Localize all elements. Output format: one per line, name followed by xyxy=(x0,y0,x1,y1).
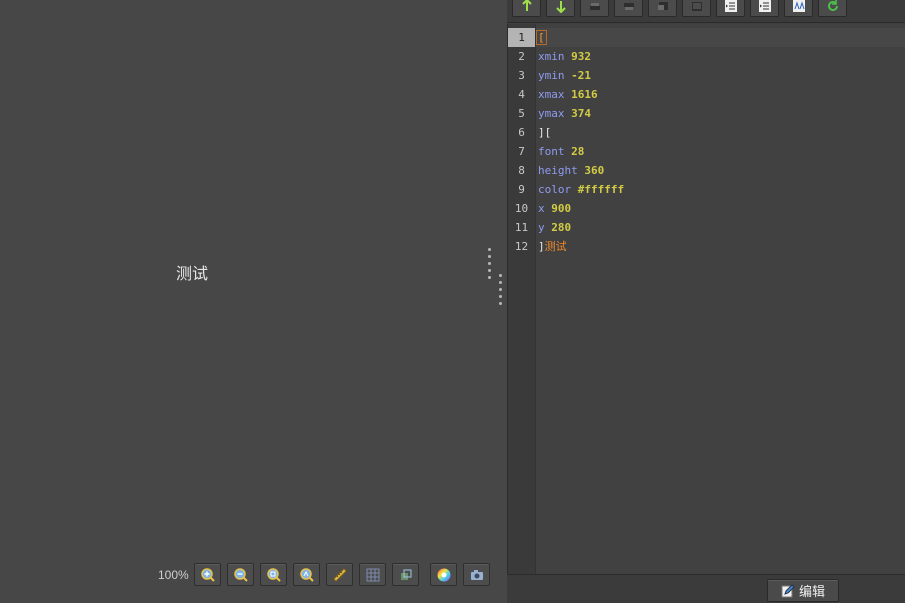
line-number: 3 xyxy=(518,69,525,82)
code-line[interactable]: x 900 xyxy=(538,199,571,218)
line-number: 4 xyxy=(518,88,525,101)
code-key: font xyxy=(538,145,565,158)
grid-button[interactable] xyxy=(359,563,386,586)
code-bracket: ] xyxy=(538,240,545,253)
code-value: #ffffff xyxy=(577,183,625,196)
zoom-fit-button[interactable] xyxy=(260,563,287,586)
code-line[interactable]: height 360 xyxy=(538,161,604,180)
line-number: 11 xyxy=(514,221,529,234)
code-line[interactable]: y 280 xyxy=(538,218,571,237)
move-down-icon xyxy=(555,1,566,13)
line-number: 8 xyxy=(518,164,525,177)
layer-3-icon xyxy=(657,2,668,10)
preview-pane: 测试 xyxy=(0,0,507,603)
refresh-icon xyxy=(827,0,838,11)
code-line[interactable]: ymax 374 xyxy=(538,104,591,123)
code-editor[interactable]: 1 2 3 4 5 6 7 8 9 10 11 12 [ xmin 932 ym… xyxy=(507,24,905,574)
code-key: y xyxy=(538,221,545,234)
layer-top-button[interactable] xyxy=(682,0,711,17)
text-style-icon xyxy=(792,0,805,12)
current-line-highlight xyxy=(536,28,905,47)
outdent-button[interactable] xyxy=(716,0,745,17)
crop-button[interactable] xyxy=(392,563,419,586)
code-text: 测试 xyxy=(544,240,567,253)
zoom-in-button[interactable] xyxy=(194,563,221,586)
code-line[interactable]: xmin 932 xyxy=(538,47,591,66)
line-number: 1 xyxy=(508,28,535,47)
code-key: ymin xyxy=(538,69,565,82)
zoom-actual-button[interactable] xyxy=(293,563,320,586)
code-line[interactable]: [ xyxy=(536,28,547,47)
line-number: 12 xyxy=(514,240,529,253)
indent-button[interactable] xyxy=(750,0,779,17)
color-picker-button[interactable] xyxy=(430,563,457,586)
splitter-grip-icon[interactable] xyxy=(499,274,502,309)
move-up-icon xyxy=(521,0,532,11)
layer-bottom-button[interactable] xyxy=(580,0,609,17)
indent-icon xyxy=(758,0,771,12)
edit-icon xyxy=(781,583,795,597)
code-value: 1616 xyxy=(571,88,598,101)
edit-button[interactable]: 编辑 xyxy=(767,579,839,602)
crop-icon xyxy=(400,569,411,580)
screenshot-button[interactable] xyxy=(463,563,490,586)
status-bar: 编辑 xyxy=(507,574,905,603)
code-key: color xyxy=(538,183,572,196)
line-number: 7 xyxy=(518,145,525,158)
outdent-icon xyxy=(724,0,737,12)
code-bracket: ][ xyxy=(538,126,552,139)
code-line[interactable]: font 28 xyxy=(538,142,584,161)
code-value: 900 xyxy=(551,202,572,215)
code-line[interactable]: ymin -21 xyxy=(538,66,591,85)
color-wheel-icon xyxy=(437,568,450,581)
line-number: 2 xyxy=(518,50,525,63)
refresh-button[interactable] xyxy=(818,0,847,17)
zoom-fit-icon xyxy=(266,567,281,582)
move-up-button[interactable] xyxy=(512,0,541,17)
code-key: ymax xyxy=(538,107,565,120)
line-number: 10 xyxy=(514,202,529,215)
ruler-icon xyxy=(332,567,347,582)
line-number-gutter: 1 2 3 4 5 6 7 8 9 10 11 12 xyxy=(508,24,536,574)
layer-1-icon xyxy=(589,3,600,10)
code-line[interactable]: xmax 1616 xyxy=(538,85,598,104)
layer-4-icon xyxy=(691,2,702,11)
code-value: 28 xyxy=(571,145,585,158)
code-value: 932 xyxy=(571,50,591,63)
code-value: 360 xyxy=(584,164,605,177)
splitter-handle-icon[interactable] xyxy=(488,248,491,283)
code-key: xmax xyxy=(538,88,565,101)
code-value: 280 xyxy=(551,221,572,234)
zoom-actual-icon xyxy=(299,567,314,582)
line-number: 9 xyxy=(518,183,525,196)
code-key: x xyxy=(538,202,545,215)
code-key: xmin xyxy=(538,50,565,63)
code-key: height xyxy=(538,164,578,177)
zoom-out-icon xyxy=(233,567,248,582)
editor-toolbar xyxy=(507,0,905,23)
code-line[interactable]: ]测试 xyxy=(538,237,567,256)
edit-button-label: 编辑 xyxy=(798,585,825,600)
line-number: 5 xyxy=(518,107,525,120)
text-style-button[interactable] xyxy=(784,0,813,17)
ruler-button[interactable] xyxy=(326,563,353,586)
code-value: -21 xyxy=(571,69,591,82)
layer-down-button[interactable] xyxy=(614,0,643,17)
zoom-level: 100% xyxy=(158,568,189,582)
code-bracket: [ xyxy=(536,30,547,45)
camera-icon xyxy=(470,569,483,580)
line-number: 6 xyxy=(518,126,525,139)
grid-icon xyxy=(366,568,379,581)
code-value: 374 xyxy=(571,107,591,120)
preview-text[interactable]: 测试 xyxy=(176,260,208,284)
layer-up-button[interactable] xyxy=(648,0,677,17)
code-line[interactable]: color #ffffff xyxy=(538,180,624,199)
layer-2-icon xyxy=(623,3,634,10)
zoom-in-icon xyxy=(200,567,215,582)
zoom-out-button[interactable] xyxy=(227,563,254,586)
move-down-button[interactable] xyxy=(546,0,575,17)
code-line[interactable]: ][ xyxy=(538,123,551,142)
